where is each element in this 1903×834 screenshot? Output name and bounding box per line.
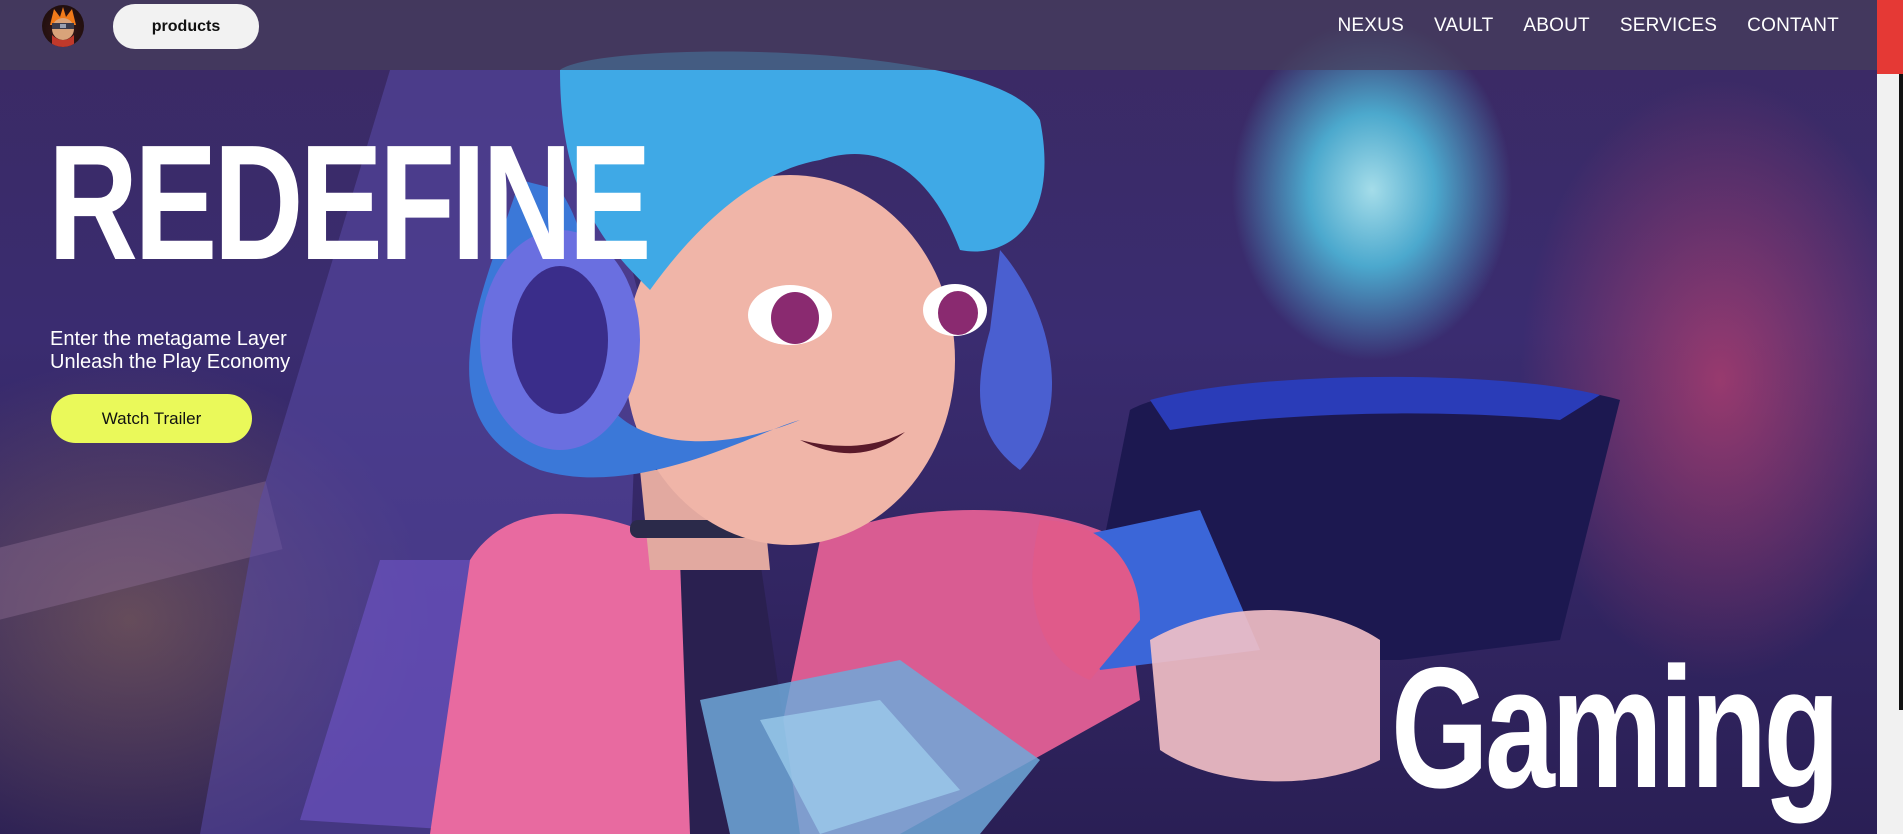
- hero-headline: REDEFINE: [48, 111, 652, 294]
- main-nav: NEXUS VAULT ABOUT SERVICES CONTANT: [1337, 0, 1839, 52]
- hero-corner-word: Gaming: [1391, 632, 1840, 824]
- nav-link-about[interactable]: ABOUT: [1523, 15, 1589, 37]
- scrollbar-thumb[interactable]: [1877, 0, 1903, 74]
- hero-tagline: Enter the metagame Layer Unleash the Pla…: [50, 328, 290, 374]
- top-navigation-bar: products NEXUS VAULT ABOUT SERVICES CONT…: [0, 0, 1877, 70]
- nav-link-contant[interactable]: CONTANT: [1747, 15, 1839, 37]
- nav-link-nexus[interactable]: NEXUS: [1337, 15, 1403, 37]
- nav-link-vault[interactable]: VAULT: [1434, 15, 1493, 37]
- products-button[interactable]: products: [113, 4, 259, 49]
- nav-link-services[interactable]: SERVICES: [1620, 15, 1717, 37]
- tagline-line-1: Enter the metagame Layer: [50, 328, 287, 350]
- ninja-avatar-icon[interactable]: [42, 5, 84, 47]
- watch-trailer-button[interactable]: Watch Trailer: [51, 394, 252, 443]
- scrollbar-divider: [1899, 74, 1903, 710]
- tagline-line-2: Unleash the Play Economy: [50, 351, 291, 373]
